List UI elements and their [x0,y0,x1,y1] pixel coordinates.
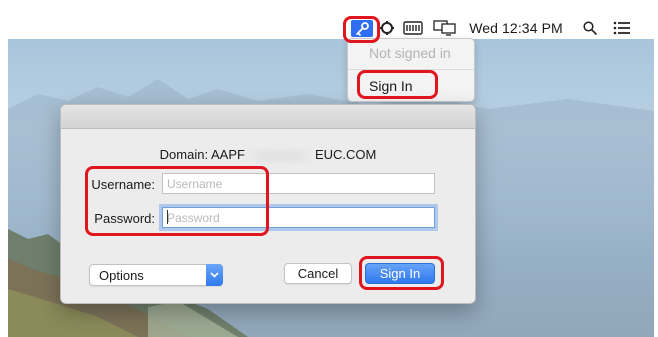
menu-bar-clock[interactable]: Wed 12:34 PM [466,14,566,42]
screenshot-frame: Wed 12:34 PM Not signed in Sign In Domai… [0,0,658,337]
domain-prefix: Domain: AAPF [159,147,245,162]
redacted-block [244,149,315,162]
dialog-title-bar[interactable] [61,105,475,129]
annotation-menu-sign-in [357,70,438,99]
menu-item-not-signed-in: Not signed in [369,45,451,61]
options-popup-button[interactable]: Options [89,264,223,286]
domain-suffix: EUC.COM [314,147,377,162]
domain-label: Domain: AAPF EUC.COM [60,147,476,162]
annotation-sign-in-button [359,256,444,290]
chevron-down-icon [206,264,223,286]
annotation-credentials [85,166,269,236]
list-icon[interactable] [610,14,634,42]
cancel-button[interactable]: Cancel [284,263,352,284]
options-label: Options [99,268,144,283]
menu-bar: Wed 12:34 PM [0,14,658,42]
search-icon[interactable] [579,14,601,42]
annotation-key-icon [343,16,380,43]
